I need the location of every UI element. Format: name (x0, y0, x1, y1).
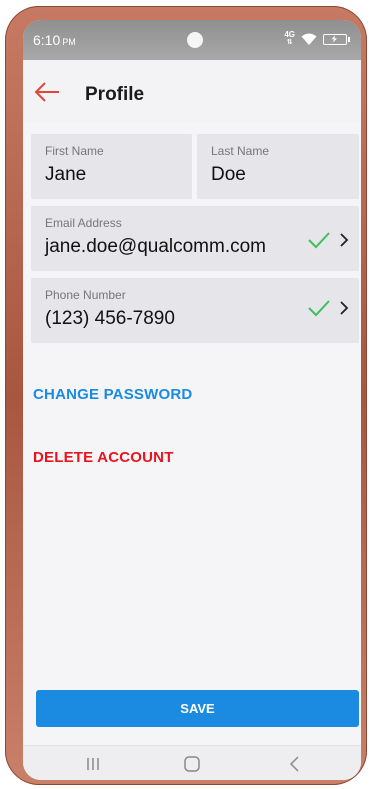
page-title: Profile (85, 84, 145, 105)
first-name-label: First Name (45, 144, 104, 158)
email-field[interactable]: Email Address jane.doe@qualcomm.com (31, 206, 359, 271)
status-ampm: PM (62, 37, 76, 47)
network-icon: 4G ⇅ (284, 31, 295, 47)
app-header: Profile (23, 60, 361, 123)
last-name-label: Last Name (211, 144, 270, 158)
status-time-value: 6:10 (33, 32, 61, 48)
battery-icon (323, 33, 350, 45)
home-icon[interactable] (182, 754, 202, 774)
back-icon[interactable] (285, 754, 305, 774)
camera-hole (187, 32, 203, 48)
profile-form: First Name Jane Last Name Doe Email Addr… (23, 122, 361, 780)
phone-field[interactable]: Phone Number (123) 456-7890 (31, 278, 359, 343)
arrow-left-icon[interactable] (33, 80, 61, 104)
email-label: Email Address (45, 216, 122, 230)
chevron-right-icon[interactable] (339, 232, 349, 248)
status-time: 6:10 PM (33, 32, 76, 48)
first-name-value: Jane (45, 164, 87, 185)
last-name-field[interactable]: Last Name Doe (197, 134, 359, 199)
check-icon (308, 232, 330, 249)
chevron-right-icon[interactable] (339, 300, 349, 316)
wifi-icon (301, 33, 317, 45)
change-password-link[interactable]: CHANGE PASSWORD (33, 386, 192, 403)
phone-frame: 6:10 PM 4G ⇅ Profile First Name Jane Las… (5, 6, 367, 785)
charging-bolt-icon (331, 35, 337, 42)
recents-icon[interactable] (83, 754, 103, 774)
network-label: 4G (284, 30, 295, 39)
delete-account-link[interactable]: DELETE ACCOUNT (33, 449, 174, 466)
first-name-field[interactable]: First Name Jane (31, 134, 192, 199)
email-value: jane.doe@qualcomm.com (45, 236, 267, 257)
network-arrows: ⇅ (286, 39, 293, 46)
phone-value: (123) 456-7890 (45, 308, 175, 329)
check-icon (308, 300, 330, 317)
phone-label: Phone Number (45, 288, 126, 302)
system-nav-bar (23, 745, 361, 780)
last-name-value: Doe (211, 164, 246, 185)
status-icons: 4G ⇅ (284, 31, 350, 47)
save-button[interactable]: SAVE (36, 690, 359, 727)
screen: 6:10 PM 4G ⇅ Profile First Name Jane Las… (23, 20, 361, 780)
status-bar: 6:10 PM 4G ⇅ (23, 20, 361, 60)
